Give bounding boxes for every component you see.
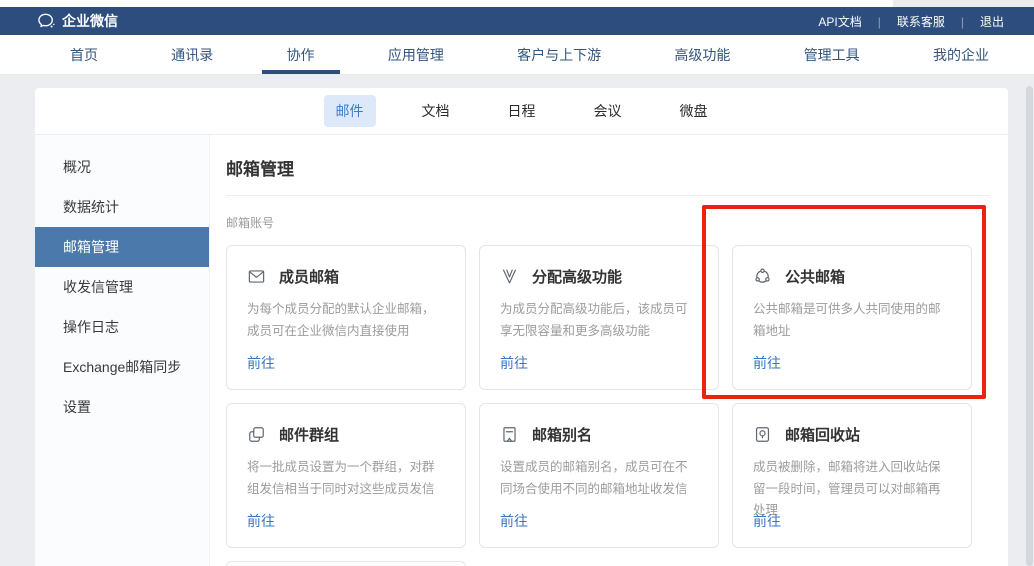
card-go-link[interactable]: 前往 <box>753 353 781 373</box>
browser-top-edge <box>0 0 1034 7</box>
primary-nav: 首页 通讯录 协作 应用管理 客户与上下游 高级功能 管理工具 我的企业 <box>0 35 1034 75</box>
nav-tab-contacts[interactable]: 通讯录 <box>171 35 213 74</box>
nav-tab-home[interactable]: 首页 <box>70 35 98 74</box>
nav-tab-admin-tools[interactable]: 管理工具 <box>804 35 860 74</box>
sidebar-item-operation-log[interactable]: 操作日志 <box>35 307 209 347</box>
section-label: 邮箱账号 <box>226 214 990 231</box>
wecom-logo: 企业微信 <box>36 11 118 31</box>
card-public-mailbox: 公共邮箱 公共邮箱是可供多人共同使用的邮箱地址 前往 <box>732 245 972 390</box>
card-description: 将一批成员设置为一个群组，对群组发信相当于同时对这些成员发信 <box>247 457 445 500</box>
page-title: 邮箱管理 <box>226 155 990 180</box>
recycle-icon <box>753 425 772 444</box>
main-panel: 邮件文档日程会议微盘 概况数据统计邮箱管理收发信管理操作日志Exchange邮箱… <box>35 88 1008 566</box>
subtab-drive[interactable]: 微盘 <box>668 95 720 127</box>
card-title: 分配高级功能 <box>532 266 622 287</box>
card-go-link[interactable]: 前往 <box>500 353 528 373</box>
title-divider <box>226 195 990 196</box>
alias-icon <box>500 425 519 444</box>
card-description: 成员被删除，邮箱将进入回收站保留一段时间，管理员可以对邮箱再处理 <box>753 457 951 522</box>
card-go-link[interactable]: 前往 <box>500 511 528 531</box>
card-title: 邮箱别名 <box>532 424 592 445</box>
top-app-bar: 企业微信 API文档联系客服退出 <box>0 7 1034 35</box>
sidebar: 概况数据统计邮箱管理收发信管理操作日志Exchange邮箱同步设置 <box>35 135 210 566</box>
card-title: 邮箱回收站 <box>785 424 860 445</box>
vertical-scrollbar[interactable] <box>1026 86 1033 566</box>
card-title: 成员邮箱 <box>279 266 339 287</box>
card-go-link[interactable]: 前往 <box>247 511 275 531</box>
mail-icon <box>247 267 266 286</box>
share-icon <box>753 267 772 286</box>
sidebar-item-mailbox-management[interactable]: 邮箱管理 <box>35 227 209 267</box>
content-area: 邮箱管理 邮箱账号 成员邮箱 为每个成员分配的默认企业邮箱，成员可在企业微信内直… <box>210 135 1008 566</box>
sidebar-item-statistics[interactable]: 数据统计 <box>35 187 209 227</box>
card-mailbox-alias: 邮箱别名 设置成员的邮箱别名，成员可在不同场合使用不同的邮箱地址收发信 前往 <box>479 403 719 548</box>
mailbox-card-grid: 成员邮箱 为每个成员分配的默认企业邮箱，成员可在企业微信内直接使用 前往 分配高… <box>226 245 990 548</box>
subtab-meeting[interactable]: 会议 <box>582 95 634 127</box>
sidebar-item-exchange-mailbox-sync[interactable]: Exchange邮箱同步 <box>35 347 209 387</box>
group-icon <box>247 425 266 444</box>
card-description: 设置成员的邮箱别名，成员可在不同场合使用不同的邮箱地址收发信 <box>500 457 698 500</box>
sidebar-item-settings[interactable]: 设置 <box>35 387 209 427</box>
topbar-link-logout[interactable]: 退出 <box>953 13 1012 30</box>
card-go-link[interactable]: 前往 <box>753 511 781 531</box>
sidebar-item-overview[interactable]: 概况 <box>35 147 209 187</box>
nav-tab-my-company[interactable]: 我的企业 <box>933 35 989 74</box>
topbar-links: API文档联系客服退出 <box>810 13 1012 30</box>
nav-tab-app-management[interactable]: 应用管理 <box>388 35 444 74</box>
card-description: 为每个成员分配的默认企业邮箱，成员可在企业微信内直接使用 <box>247 299 445 342</box>
browser-top-edge-right <box>893 0 1034 7</box>
subtab-docs[interactable]: 文档 <box>410 95 462 127</box>
card-title: 公共邮箱 <box>785 266 845 287</box>
topbar-link-contact-support[interactable]: 联系客服 <box>870 13 953 30</box>
nav-tab-customers-upstream-downstream[interactable]: 客户与上下游 <box>517 35 601 74</box>
card-mailbox-recycle-bin: 邮箱回收站 成员被删除，邮箱将进入回收站保留一段时间，管理员可以对邮箱再处理 前… <box>732 403 972 548</box>
nav-tab-collaboration[interactable]: 协作 <box>287 35 315 74</box>
card-partial-next-row <box>226 561 466 566</box>
subtab-schedule[interactable]: 日程 <box>496 95 548 127</box>
card-assign-advanced-features: 分配高级功能 为成员分配高级功能后，该成员可享无限容量和更多高级功能 前往 <box>479 245 719 390</box>
wecom-logo-icon <box>36 11 56 31</box>
collab-subtabs: 邮件 文档 日程 会议 微盘 <box>35 88 1008 135</box>
app-title: 企业微信 <box>62 11 118 31</box>
card-title: 邮件群组 <box>279 424 339 445</box>
subtab-mail[interactable]: 邮件 <box>324 95 376 127</box>
topbar-link-api-docs[interactable]: API文档 <box>810 13 869 30</box>
v-icon <box>500 267 519 286</box>
sidebar-item-send-receive-management[interactable]: 收发信管理 <box>35 267 209 307</box>
nav-tab-advanced-features[interactable]: 高级功能 <box>674 35 730 74</box>
card-description: 为成员分配高级功能后，该成员可享无限容量和更多高级功能 <box>500 299 698 342</box>
card-description: 公共邮箱是可供多人共同使用的邮箱地址 <box>753 299 951 342</box>
card-member-mailbox: 成员邮箱 为每个成员分配的默认企业邮箱，成员可在企业微信内直接使用 前往 <box>226 245 466 390</box>
card-go-link[interactable]: 前往 <box>247 353 275 373</box>
card-mail-group: 邮件群组 将一批成员设置为一个群组，对群组发信相当于同时对这些成员发信 前往 <box>226 403 466 548</box>
